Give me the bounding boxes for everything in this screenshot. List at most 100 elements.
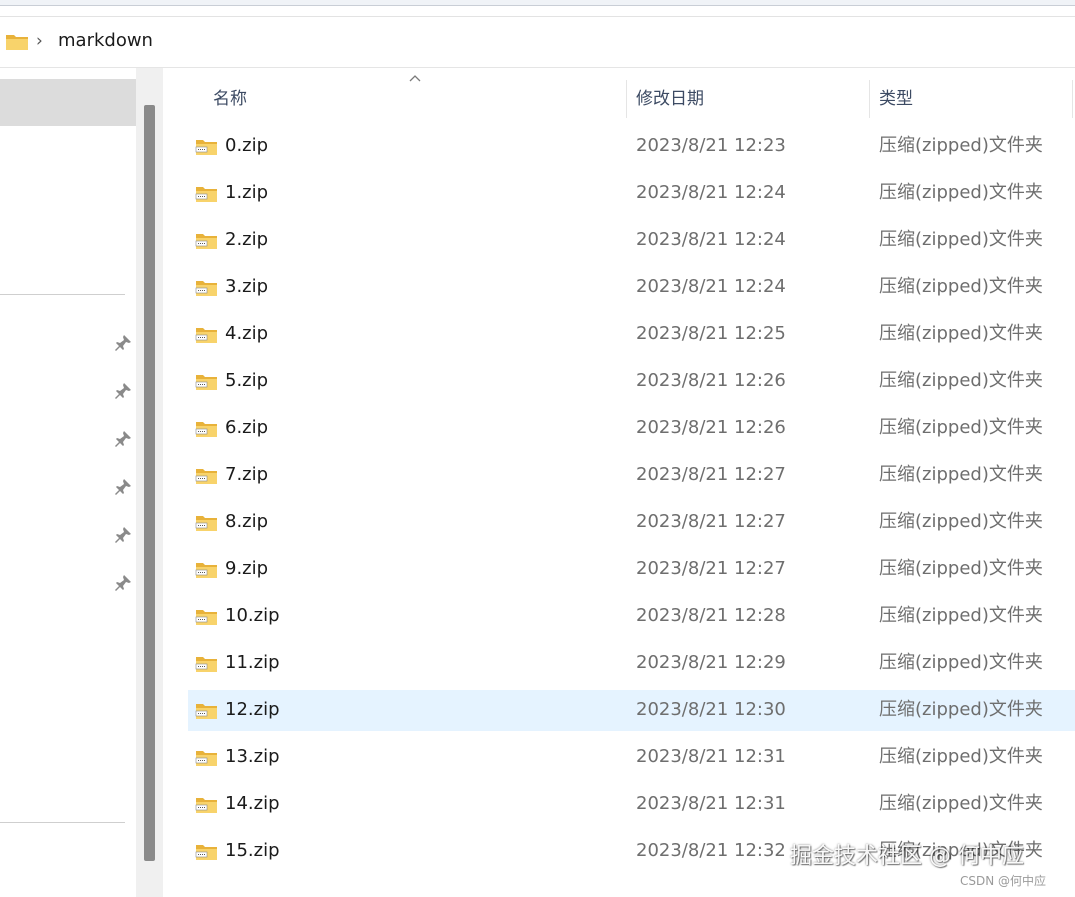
file-row[interactable]: 6.zip 2023/8/21 12:26 压缩(zipped)文件夹: [188, 408, 1075, 449]
file-row[interactable]: 13.zip 2023/8/21 12:31 压缩(zipped)文件夹: [188, 737, 1075, 778]
file-name: 4.zip: [225, 323, 269, 344]
zip-folder-icon: [195, 798, 217, 813]
file-name: 14.zip: [225, 793, 280, 814]
file-type: 压缩(zipped)文件夹: [879, 229, 1043, 250]
file-row[interactable]: 3.zip 2023/8/21 12:24 压缩(zipped)文件夹: [188, 267, 1075, 308]
file-type: 压缩(zipped)文件夹: [879, 793, 1043, 814]
pin-icon[interactable]: [114, 334, 132, 352]
file-name: 6.zip: [225, 417, 269, 438]
file-type: 压缩(zipped)文件夹: [879, 323, 1043, 344]
file-modified: 2023/8/21 12:31: [636, 793, 786, 814]
zip-folder-icon: [195, 281, 217, 296]
file-modified: 2023/8/21 12:28: [636, 605, 786, 626]
column-separator[interactable]: [869, 80, 870, 118]
zip-folder-icon: [195, 469, 217, 484]
column-separator[interactable]: [1072, 80, 1073, 118]
file-row[interactable]: 0.zip 2023/8/21 12:23 压缩(zipped)文件夹: [188, 126, 1075, 167]
file-modified: 2023/8/21 12:24: [636, 182, 786, 203]
column-separator[interactable]: [626, 80, 627, 118]
zip-folder-icon: [195, 140, 217, 155]
file-type: 压缩(zipped)文件夹: [879, 135, 1043, 156]
pin-icon[interactable]: [114, 478, 132, 496]
file-type: 压缩(zipped)文件夹: [879, 511, 1043, 532]
file-modified: 2023/8/21 12:25: [636, 323, 786, 344]
file-name: 8.zip: [225, 511, 269, 532]
file-name: 2.zip: [225, 229, 269, 250]
sort-ascending-icon: [409, 75, 421, 82]
pin-icon[interactable]: [114, 574, 132, 592]
watermark-csdn: CSDN @何中应: [960, 874, 1047, 888]
file-row[interactable]: 11.zip 2023/8/21 12:29 压缩(zipped)文件夹: [188, 643, 1075, 684]
file-type: 压缩(zipped)文件夹: [879, 182, 1043, 203]
nav-scrollbar[interactable]: [136, 68, 163, 897]
nav-item-selected[interactable]: [0, 79, 136, 126]
address-bar[interactable]: › markdown: [0, 17, 1075, 68]
file-modified: 2023/8/21 12:29: [636, 652, 786, 673]
chevron-right-icon[interactable]: ›: [36, 31, 43, 51]
file-name: 3.zip: [225, 276, 269, 297]
zip-folder-icon: [195, 187, 217, 202]
zip-folder-icon: [195, 751, 217, 766]
file-type: 压缩(zipped)文件夹: [879, 370, 1043, 391]
file-name: 11.zip: [225, 652, 280, 673]
file-row[interactable]: 1.zip 2023/8/21 12:24 压缩(zipped)文件夹: [188, 173, 1075, 214]
file-type: 压缩(zipped)文件夹: [879, 652, 1043, 673]
file-type: 压缩(zipped)文件夹: [879, 464, 1043, 485]
window-top-edge: [0, 0, 1075, 6]
zip-folder-icon: [195, 328, 217, 343]
file-name: 1.zip: [225, 182, 269, 203]
file-modified: 2023/8/21 12:30: [636, 699, 786, 720]
zip-folder-icon: [195, 845, 217, 860]
file-row[interactable]: 10.zip 2023/8/21 12:28 压缩(zipped)文件夹: [188, 596, 1075, 637]
file-name: 15.zip: [225, 840, 280, 861]
file-type: 压缩(zipped)文件夹: [879, 699, 1043, 720]
file-row[interactable]: 9.zip 2023/8/21 12:27 压缩(zipped)文件夹: [188, 549, 1075, 590]
column-header-modified[interactable]: 修改日期: [636, 87, 704, 111]
zip-folder-icon: [195, 516, 217, 531]
file-type: 压缩(zipped)文件夹: [879, 276, 1043, 297]
file-row[interactable]: 7.zip 2023/8/21 12:27 压缩(zipped)文件夹: [188, 455, 1075, 496]
pin-icon[interactable]: [114, 382, 132, 400]
file-modified: 2023/8/21 12:26: [636, 417, 786, 438]
zip-folder-icon: [195, 610, 217, 625]
pin-icon[interactable]: [114, 526, 132, 544]
breadcrumb-markdown[interactable]: markdown: [58, 29, 153, 53]
file-modified: 2023/8/21 12:24: [636, 276, 786, 297]
zip-folder-icon: [195, 234, 217, 249]
zip-folder-icon: [195, 375, 217, 390]
file-row[interactable]: 4.zip 2023/8/21 12:25 压缩(zipped)文件夹: [188, 314, 1075, 355]
file-type: 压缩(zipped)文件夹: [879, 417, 1043, 438]
nav-divider: [0, 294, 125, 295]
column-header-name[interactable]: 名称: [213, 87, 247, 111]
file-modified: 2023/8/21 12:26: [636, 370, 786, 391]
file-name: 9.zip: [225, 558, 269, 579]
column-header-row: 名称 修改日期 类型: [163, 68, 1075, 126]
zip-folder-icon: [195, 704, 217, 719]
file-modified: 2023/8/21 12:24: [636, 229, 786, 250]
file-name: 5.zip: [225, 370, 269, 391]
file-modified: 2023/8/21 12:27: [636, 511, 786, 532]
file-modified: 2023/8/21 12:27: [636, 464, 786, 485]
file-type: 压缩(zipped)文件夹: [879, 605, 1043, 626]
file-row-selected[interactable]: 12.zip 2023/8/21 12:30 压缩(zipped)文件夹: [188, 690, 1075, 731]
file-type: 压缩(zipped)文件夹: [879, 746, 1043, 767]
folder-icon: [6, 35, 28, 50]
file-list: 名称 修改日期 类型 0.zip 2023/8/21 12:23 压缩(zipp…: [163, 68, 1075, 897]
pin-icon[interactable]: [114, 430, 132, 448]
column-header-type[interactable]: 类型: [879, 87, 913, 111]
file-row[interactable]: 14.zip 2023/8/21 12:31 压缩(zipped)文件夹: [188, 784, 1075, 825]
file-row[interactable]: 8.zip 2023/8/21 12:27 压缩(zipped)文件夹: [188, 502, 1075, 543]
file-modified: 2023/8/21 12:27: [636, 558, 786, 579]
file-explorer-window: › markdown 名称 修改日期 类型 0.zip 2023/8/21 12…: [0, 0, 1075, 897]
file-row[interactable]: 2.zip 2023/8/21 12:24 压缩(zipped)文件夹: [188, 220, 1075, 261]
file-modified: 2023/8/21 12:31: [636, 746, 786, 767]
watermark-juejin: 掘金技术社区 @ 何中应: [790, 844, 1024, 869]
file-modified: 2023/8/21 12:23: [636, 135, 786, 156]
file-row[interactable]: 5.zip 2023/8/21 12:26 压缩(zipped)文件夹: [188, 361, 1075, 402]
zip-folder-icon: [195, 657, 217, 672]
zip-folder-icon: [195, 563, 217, 578]
file-name: 10.zip: [225, 605, 280, 626]
nav-divider: [0, 822, 125, 823]
nav-scrollbar-thumb[interactable]: [144, 105, 155, 861]
file-name: 13.zip: [225, 746, 280, 767]
